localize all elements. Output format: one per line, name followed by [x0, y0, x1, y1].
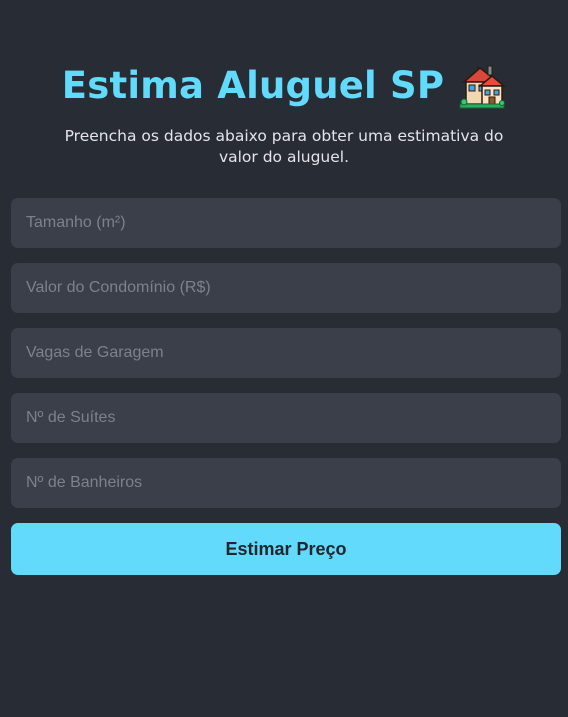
suites-input[interactable] — [11, 393, 561, 443]
app-container: Estima Aluguel SP Preencha os dados abai… — [0, 0, 568, 717]
bathrooms-input[interactable] — [11, 458, 561, 508]
condo-fee-input[interactable] — [11, 263, 561, 313]
page-title: Estima Aluguel SP — [61, 64, 445, 107]
house-icon — [458, 64, 507, 110]
page-subtitle: Preencha os dados abaixo para obter uma … — [64, 127, 504, 166]
estimate-price-button[interactable]: Estimar Preço — [11, 523, 561, 575]
size-input[interactable] — [11, 198, 561, 248]
estimate-form: Estimar Preço — [11, 198, 561, 575]
page-header: Estima Aluguel SP — [0, 62, 568, 114]
parking-spaces-input[interactable] — [11, 328, 561, 378]
